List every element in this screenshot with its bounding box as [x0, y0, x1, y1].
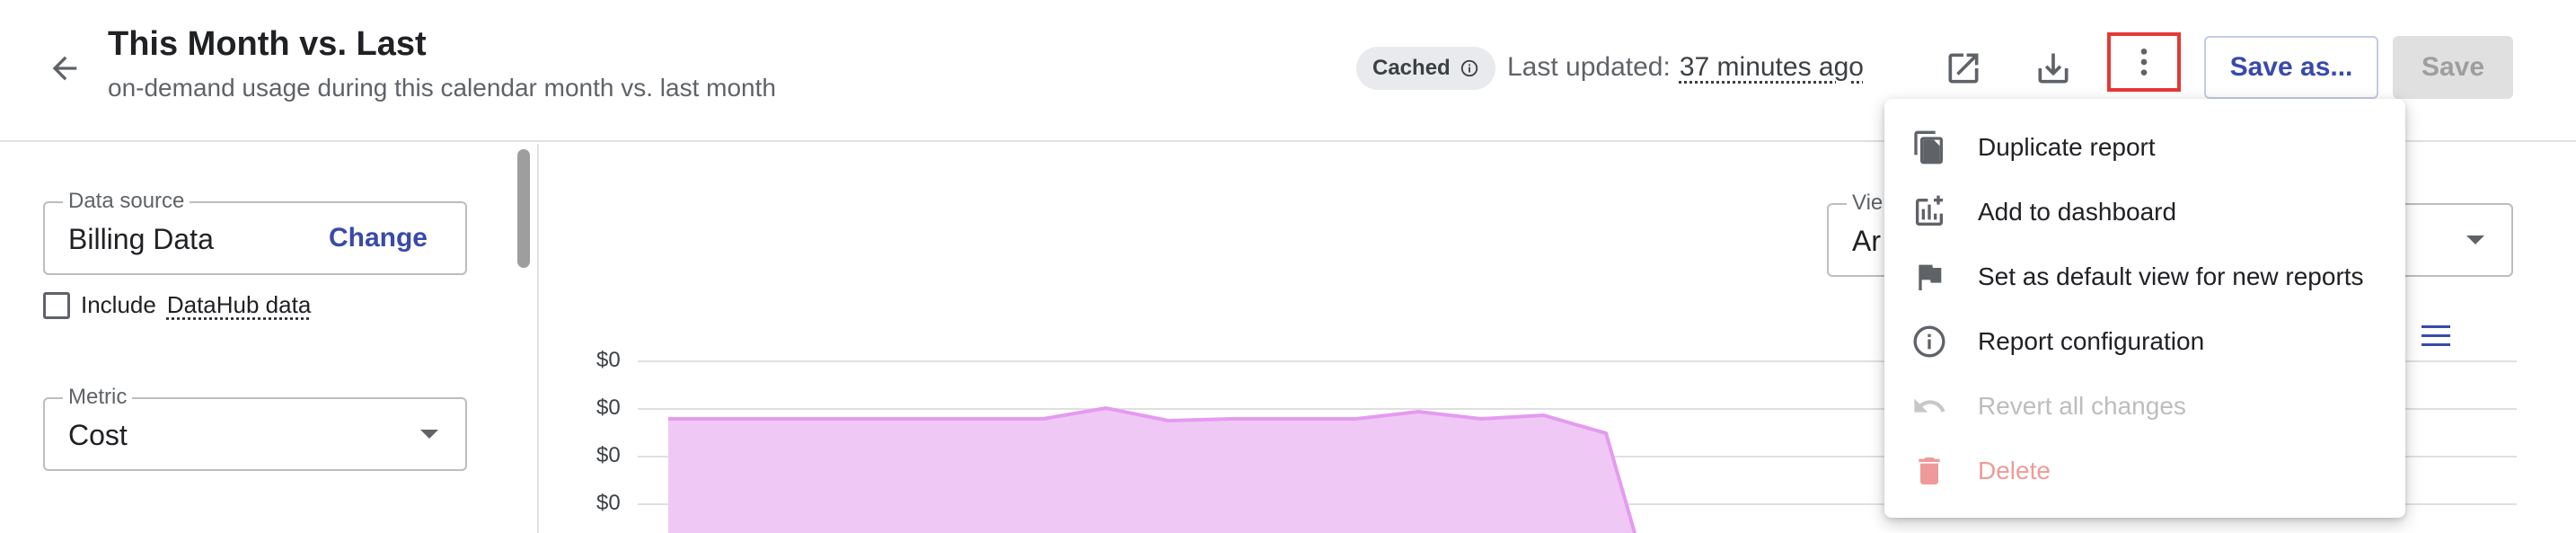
- include-datahub-checkbox[interactable]: [43, 291, 70, 319]
- menu-item-label: Set as default view for new reports: [1978, 262, 2364, 290]
- data-point[interactable]: [668, 419, 669, 420]
- save-button[interactable]: Save: [2393, 36, 2513, 99]
- data-point[interactable]: [1418, 412, 1419, 413]
- open-in-new-icon: [1948, 53, 1979, 84]
- dropdown-caret-icon: [420, 430, 438, 439]
- data-point[interactable]: [1168, 421, 1169, 422]
- page-title: This Month vs. Last: [108, 25, 427, 63]
- datahub-link[interactable]: DataHub data: [167, 291, 311, 319]
- metric-select[interactable]: Metric Cost: [43, 385, 467, 471]
- back-button[interactable]: [41, 45, 88, 92]
- menu-item-label: Revert all changes: [1978, 392, 2186, 420]
- data-point[interactable]: [855, 419, 856, 420]
- data-point[interactable]: [1293, 419, 1294, 420]
- flag-icon: [1911, 259, 1947, 295]
- data-point[interactable]: [1480, 419, 1481, 420]
- data-point[interactable]: [1106, 408, 1107, 409]
- more-options-menu: Duplicate report Add to dashboard Set as d…: [1884, 99, 2405, 518]
- duplicate-icon: [1911, 129, 1947, 165]
- delete-icon: [1911, 453, 1947, 489]
- add-chart-icon: [1911, 194, 1947, 230]
- save-as-button[interactable]: Save as...: [2204, 36, 2378, 99]
- data-source-label: Data source: [63, 189, 190, 214]
- panel-scrollbar[interactable]: [517, 149, 530, 268]
- change-data-source-button[interactable]: Change: [329, 223, 428, 253]
- data-point[interactable]: [730, 419, 731, 420]
- data-source-field: Data source Billing Data Change: [43, 189, 467, 275]
- page-subtitle: on-demand usage during this calendar mon…: [108, 74, 776, 102]
- arrow-back-icon: [52, 56, 77, 81]
- cached-badge[interactable]: Cached: [1356, 47, 1495, 90]
- info-icon: [1911, 324, 1947, 360]
- data-point[interactable]: [918, 419, 919, 420]
- metric-value: Cost: [68, 419, 128, 451]
- area-series-fill: [668, 408, 1635, 533]
- menu-item-delete[interactable]: Delete: [1884, 439, 2405, 503]
- menu-item-label: Report configuration: [1978, 327, 2205, 355]
- info-icon: [1460, 59, 1478, 77]
- data-point[interactable]: [1543, 415, 1544, 416]
- menu-item-revert-all-changes: Revert all changes: [1884, 374, 2405, 439]
- data-point[interactable]: [793, 419, 794, 420]
- data-point[interactable]: [1355, 419, 1356, 420]
- menu-item-label: Delete: [1978, 457, 2051, 484]
- undo-icon: [1911, 388, 1947, 424]
- data-point[interactable]: [1043, 419, 1044, 420]
- last-updated-value[interactable]: 37 minutes ago: [1680, 52, 1864, 83]
- data-source-value: Billing Data: [68, 223, 214, 255]
- open-in-new-button[interactable]: [1935, 40, 1992, 97]
- menu-item-report-configuration[interactable]: Report configuration: [1884, 309, 2405, 374]
- report-settings-panel: Data source Billing Data Change Include …: [0, 144, 539, 533]
- data-point[interactable]: [981, 419, 982, 420]
- more-vert-icon: [2140, 49, 2148, 76]
- menu-item-label: Duplicate report: [1978, 133, 2156, 161]
- menu-item-add-to-dashboard[interactable]: Add to dashboard: [1884, 180, 2405, 244]
- menu-item-set-as-default-view-for-new-reports[interactable]: Set as default view for new reports: [1884, 244, 2405, 309]
- data-point[interactable]: [1606, 433, 1607, 434]
- more-options-button[interactable]: [2107, 32, 2181, 92]
- menu-item-label: Add to dashboard: [1978, 198, 2177, 226]
- last-updated-label: Last updated:: [1507, 52, 1671, 82]
- include-datahub-option: Include DataHub data: [43, 291, 311, 319]
- cached-label: Cached: [1372, 56, 1451, 80]
- menu-item-duplicate-report[interactable]: Duplicate report: [1884, 115, 2405, 180]
- download-icon: [2038, 53, 2069, 84]
- last-updated: Last updated: 37 minutes ago: [1507, 52, 1864, 83]
- download-button[interactable]: [2025, 40, 2082, 97]
- metric-label: Metric: [63, 385, 133, 410]
- include-prefix: Include: [81, 291, 156, 318]
